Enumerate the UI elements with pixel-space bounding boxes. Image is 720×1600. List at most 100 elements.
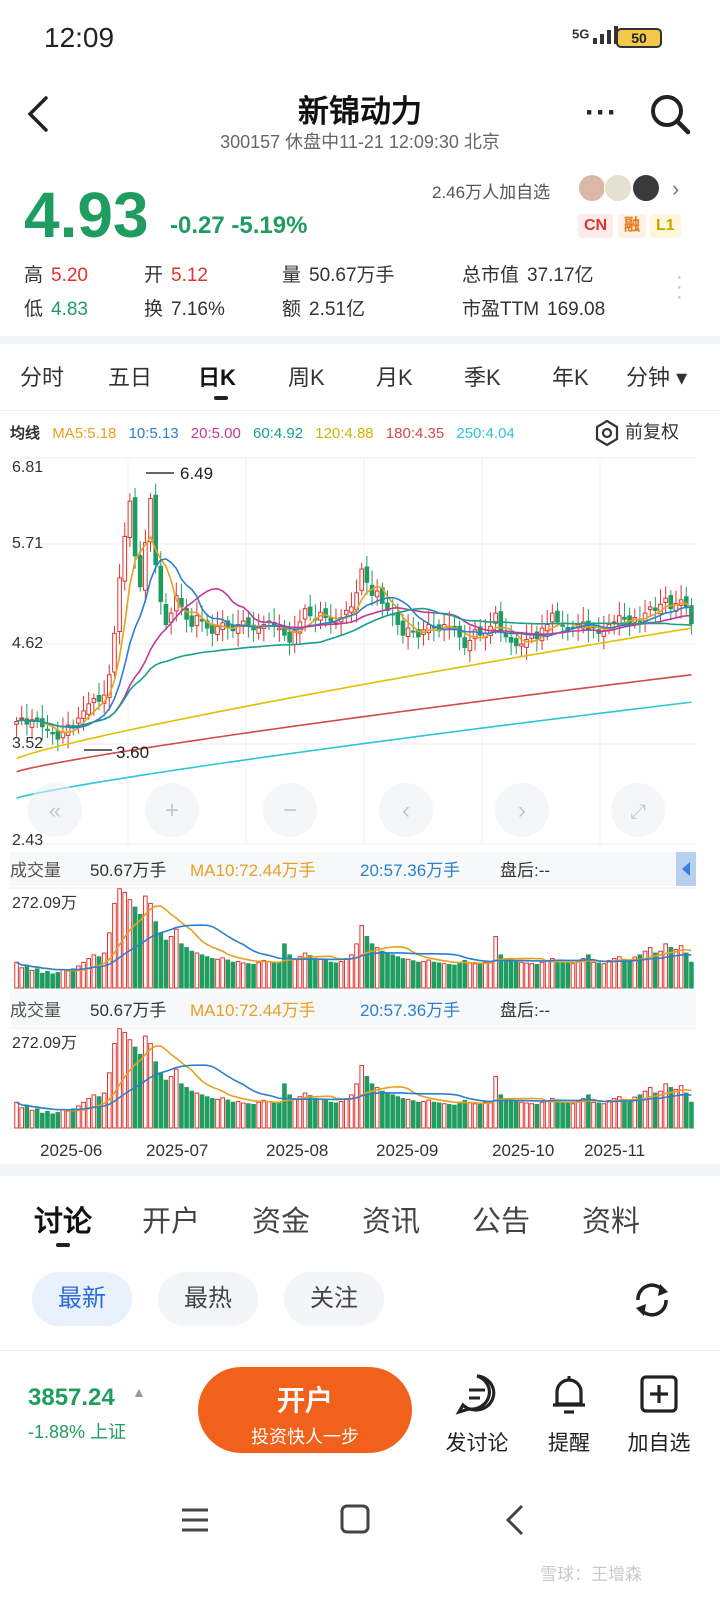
low-annotation: 3.60 bbox=[116, 743, 149, 762]
adjust-toggle[interactable]: 前复权 bbox=[594, 418, 679, 447]
volume-bar bbox=[689, 961, 694, 989]
after-hours: 盘后:-- bbox=[500, 861, 550, 880]
volume-bar bbox=[658, 950, 663, 989]
chevron-right-icon[interactable]: › bbox=[672, 176, 679, 202]
more-icon[interactable]: ··· bbox=[585, 96, 618, 130]
filter-hot[interactable]: 最热 bbox=[158, 1272, 258, 1326]
volume-bar bbox=[91, 1094, 97, 1129]
menu-icon[interactable] bbox=[178, 1500, 212, 1545]
nav-back-icon[interactable] bbox=[498, 1500, 532, 1545]
volume-bar bbox=[158, 932, 164, 989]
volume-bar bbox=[447, 1103, 452, 1129]
candle-body bbox=[137, 555, 143, 588]
candle-body bbox=[462, 637, 468, 648]
volume-bar bbox=[266, 1101, 272, 1129]
volume-bar bbox=[601, 963, 607, 989]
volume-bar bbox=[529, 1103, 535, 1129]
open-account-button[interactable]: 开户 投资快人一步 bbox=[198, 1367, 412, 1453]
stat-volume: 量 50.67万手 bbox=[282, 265, 395, 286]
candle-body bbox=[256, 627, 261, 634]
tag-l1[interactable]: L1 bbox=[650, 214, 681, 238]
tab-profile[interactable]: 资料 bbox=[582, 1198, 640, 1240]
tag-cn[interactable]: CN bbox=[578, 214, 614, 238]
candle-body bbox=[343, 609, 349, 615]
tag-margin[interactable]: 融 bbox=[618, 214, 647, 238]
tab-news[interactable]: 资讯 bbox=[362, 1198, 420, 1240]
candle-body bbox=[287, 631, 292, 643]
search-icon[interactable] bbox=[648, 92, 692, 136]
post-discussion-button[interactable]: 发讨论 bbox=[432, 1372, 522, 1457]
tab-quarterly-k[interactable]: 季K bbox=[464, 360, 501, 392]
volume-bar bbox=[323, 959, 328, 989]
divider bbox=[0, 410, 720, 411]
index-change[interactable]: -1.88% 上证 bbox=[28, 1418, 126, 1444]
volume-bar bbox=[246, 963, 251, 989]
filter-latest[interactable]: 最新 bbox=[32, 1272, 132, 1326]
volume-bar bbox=[40, 1112, 45, 1129]
candle-body bbox=[529, 634, 535, 639]
volume-bar bbox=[596, 1102, 601, 1129]
volume-bar bbox=[606, 1099, 612, 1129]
volume-bar bbox=[55, 972, 61, 989]
tab-monthly-k[interactable]: 月K bbox=[376, 360, 413, 392]
tab-minute-dropdown[interactable]: 分钟 ▾ bbox=[626, 360, 687, 392]
refresh-icon[interactable] bbox=[630, 1278, 674, 1322]
volume-bar bbox=[390, 954, 395, 989]
tab-weekly-k[interactable]: 周K bbox=[288, 360, 325, 392]
battery-icon: 50 bbox=[616, 28, 662, 48]
volume-bar bbox=[550, 958, 555, 989]
volume-bar bbox=[431, 1101, 437, 1129]
candle-body bbox=[647, 606, 653, 611]
volume-bar bbox=[390, 1094, 395, 1129]
ma120-value: 120:4.88 bbox=[315, 425, 374, 442]
avatar bbox=[604, 174, 632, 202]
candle-body bbox=[127, 500, 133, 538]
index-value[interactable]: 3857.24 bbox=[28, 1384, 115, 1412]
volume-bar bbox=[513, 961, 519, 989]
volume-bar bbox=[60, 969, 66, 989]
y-tick-3: 4.62 bbox=[12, 635, 43, 652]
candle-body bbox=[307, 606, 313, 617]
candle-body bbox=[653, 607, 658, 611]
volume-bar bbox=[240, 962, 246, 989]
volume-bar bbox=[277, 1101, 282, 1129]
tab-funds[interactable]: 资金 bbox=[252, 1198, 310, 1240]
filter-following[interactable]: 关注 bbox=[284, 1272, 384, 1326]
volume-bar bbox=[55, 1112, 61, 1129]
y-tick-4: 3.52 bbox=[12, 735, 43, 752]
tab-five-day[interactable]: 五日 bbox=[108, 360, 152, 392]
volume-bar bbox=[24, 1105, 30, 1129]
tab-intraday[interactable]: 分时 bbox=[20, 360, 64, 392]
volume-bar bbox=[81, 1101, 86, 1129]
volume-bar bbox=[364, 936, 370, 989]
expand-dots-icon[interactable]: · · · bbox=[676, 267, 683, 307]
ma-legend: 均线 MA5:5.18 10:5.13 20:5.00 60:4.92 120:… bbox=[10, 422, 523, 443]
volume-bar bbox=[210, 958, 215, 989]
home-icon[interactable] bbox=[338, 1500, 372, 1545]
stat-turnover: 换 7.16% bbox=[144, 299, 225, 320]
candle-body bbox=[117, 577, 122, 633]
volume-bar bbox=[678, 1085, 684, 1129]
add-watchlist-button[interactable]: 加自选 bbox=[614, 1372, 704, 1457]
followers-count[interactable]: 2.46万人加自选 bbox=[432, 178, 550, 203]
volume-bar bbox=[328, 1101, 334, 1129]
tab-yearly-k[interactable]: 年K bbox=[552, 360, 589, 392]
volume-bar bbox=[19, 1107, 25, 1129]
tab-daily-k[interactable]: 日K bbox=[198, 360, 236, 392]
volume-bar bbox=[467, 962, 473, 989]
volume-bar bbox=[555, 1099, 560, 1129]
volume-bar bbox=[488, 1101, 493, 1129]
tab-announcements[interactable]: 公告 bbox=[472, 1198, 530, 1240]
tab-discussion[interactable]: 讨论 bbox=[34, 1198, 92, 1240]
volume-bar bbox=[261, 1099, 267, 1129]
volume-bar bbox=[426, 959, 432, 989]
kline-chart[interactable]: 6.81 5.71 4.62 3.52 2.43 6.49 3.60 « + −… bbox=[10, 452, 696, 1160]
svg-text:‹: ‹ bbox=[402, 797, 410, 824]
volume-bar bbox=[189, 1090, 195, 1129]
volume-bar bbox=[591, 961, 596, 989]
volume-bar bbox=[683, 952, 689, 989]
volume-bar bbox=[210, 1098, 215, 1129]
divider bbox=[0, 336, 720, 344]
alert-button[interactable]: 提醒 bbox=[524, 1372, 614, 1457]
tab-open-account[interactable]: 开户 bbox=[142, 1198, 200, 1240]
